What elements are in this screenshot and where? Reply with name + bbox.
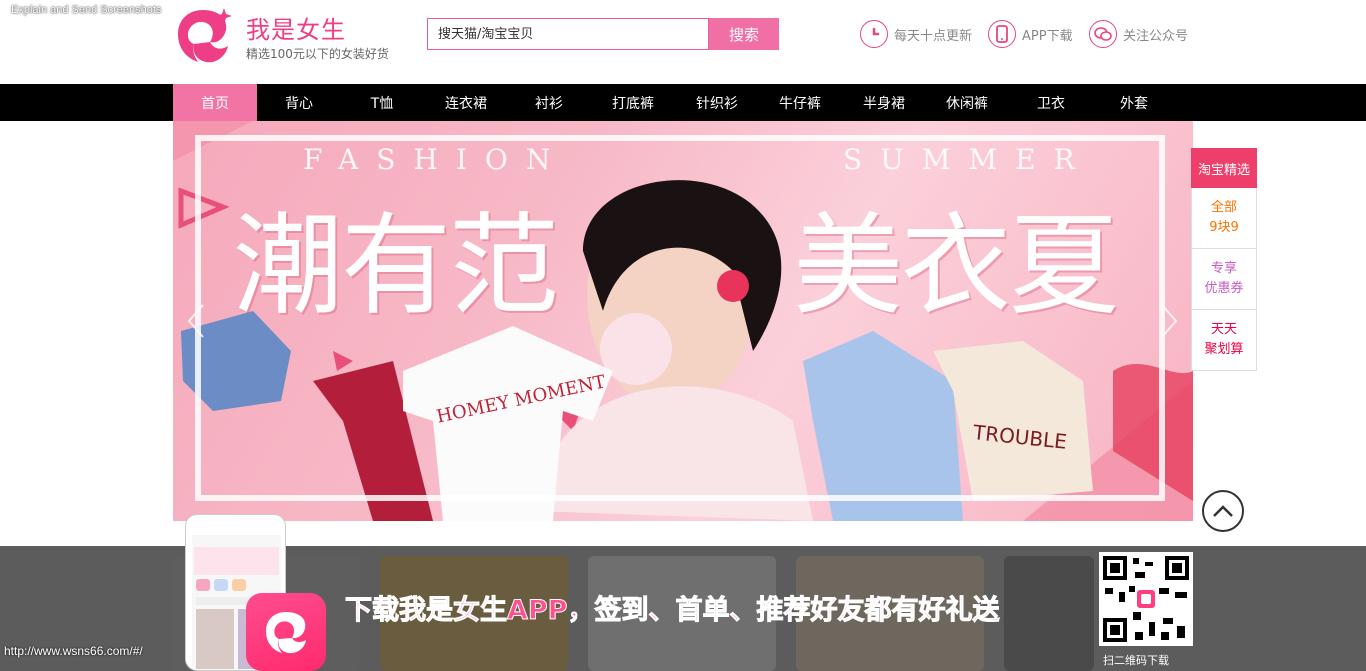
banner-next-arrow-icon[interactable] [1158,301,1182,341]
site-title[interactable]: 我是女生 [246,10,346,45]
app-promo-text[interactable]: 下载我是女生APP，签到、首单、推荐好友都有好礼送 [344,588,999,627]
wechat-follow-link[interactable]: 关注公众号 [1089,19,1188,49]
screenshot-tool-label[interactable]: Explain and Send Screenshots [11,4,161,16]
banner-cn-right: 美衣夏 [793,202,1119,330]
nav-item-vest[interactable]: 背心 [257,84,341,121]
status-bar-url: http://www.wsns66.com/#/ [4,644,143,658]
side-item-line2: 9块9 [1209,220,1239,235]
product-thumb[interactable] [1004,556,1094,671]
site-subtitle: 精选100元以下的女装好货 [246,47,389,61]
nav-item-tshirt[interactable]: T恤 [340,84,424,121]
side-item-line1: 天天 [1210,322,1237,337]
nav-item-coat[interactable]: 外套 [1092,84,1176,121]
side-item-line1: 专享 [1210,261,1237,276]
nav-item-leggings[interactable]: 打底裤 [591,84,675,121]
side-item-line2: 优惠券 [1204,281,1244,296]
side-item-coupon[interactable]: 专享 优惠券 [1191,249,1257,310]
side-widget: 淘宝精选 全部 9块9 专享 优惠券 天天 聚划算 [1191,148,1257,371]
phone-icon [988,20,1016,48]
banner-prev-arrow-icon[interactable] [183,301,207,341]
clock-icon [860,20,888,48]
side-widget-header[interactable]: 淘宝精选 [1191,148,1257,188]
qr-code [1099,552,1193,646]
site-header: 我是女生 精选100元以下的女装好货 搜索 每天十点更新 APP下载 关注公众号 [0,0,1366,84]
logo-icon[interactable] [172,4,234,66]
search-button[interactable]: 搜索 [709,18,779,50]
nav-item-skirt[interactable]: 半身裙 [842,84,926,121]
daily-update-label: 每天十点更新 [894,28,973,44]
banner-en-left: FASHION [303,143,569,176]
side-item-line1: 全部 [1210,200,1237,215]
nav-item-shirt[interactable]: 衬衫 [507,84,591,121]
hero-banner[interactable]: FASHION SUMMER 潮有范 美衣夏 HOMEY MOMENT TROU… [173,121,1193,521]
side-item-juhuasuan[interactable]: 天天 聚划算 [1191,310,1257,371]
banner-cn-left: 潮有范 [233,202,559,330]
nav-item-jeans[interactable]: 牛仔裤 [758,84,842,121]
app-download-label: APP下载 [1022,28,1073,44]
nav-item-home[interactable]: 首页 [173,84,257,121]
wechat-follow-label: 关注公众号 [1123,28,1189,44]
nav-item-dress[interactable]: 连衣裙 [424,84,508,121]
app-logo-icon[interactable] [246,593,326,671]
nav-item-knitwear[interactable]: 针织衫 [675,84,759,121]
back-to-top-button[interactable] [1202,490,1244,532]
search-box [427,18,709,50]
chevron-up-icon [1213,505,1233,517]
nav-item-hoodie[interactable]: 卫衣 [1009,84,1093,121]
qr-caption: 扫二维码下载 [1103,654,1169,667]
side-item-line2: 聚划算 [1204,342,1244,357]
app-download-link[interactable]: APP下载 [988,19,1073,49]
banner-en-right: SUMMER [843,143,1093,176]
category-nav: 首页 背心 T恤 连衣裙 衬衫 打底裤 针织衫 牛仔裤 半身裙 休闲裤 卫衣 外… [0,84,1366,121]
nav-item-casual-pants[interactable]: 休闲裤 [925,84,1009,121]
wechat-icon [1089,20,1117,48]
daily-update-link[interactable]: 每天十点更新 [860,19,972,49]
search-input[interactable] [428,19,708,49]
side-item-all-9-9[interactable]: 全部 9块9 [1191,188,1257,249]
